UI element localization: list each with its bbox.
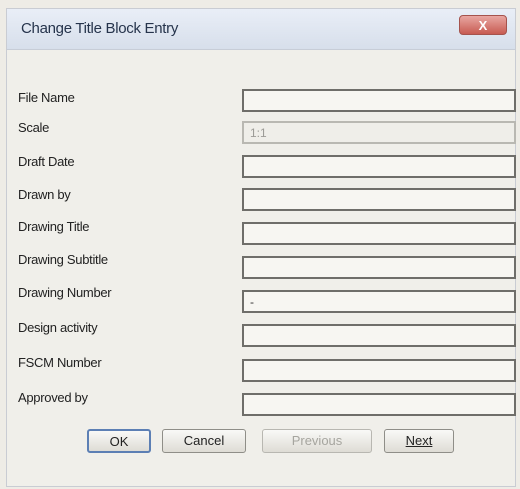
previous-button: Previous — [262, 429, 372, 453]
label-drawn-by: Drawn by — [18, 187, 71, 202]
file-name-input[interactable] — [242, 89, 516, 112]
drawn-by-input[interactable] — [242, 188, 516, 211]
fscm-number-input[interactable] — [242, 359, 516, 382]
approved-by-input[interactable] — [242, 393, 516, 416]
ok-button[interactable]: OK — [87, 429, 151, 453]
next-button[interactable]: Next — [384, 429, 454, 453]
label-draft-date: Draft Date — [18, 154, 75, 169]
label-approved-by: Approved by — [18, 390, 88, 405]
drawing-number-input[interactable] — [242, 290, 516, 313]
title-bar[interactable]: Change Title Block Entry X — [7, 9, 515, 50]
label-design-activity: Design activity — [18, 320, 98, 335]
label-drawing-number: Drawing Number — [18, 285, 112, 300]
label-drawing-subtitle: Drawing Subtitle — [18, 252, 108, 267]
scale-input — [242, 121, 516, 144]
label-drawing-title: Drawing Title — [18, 219, 90, 234]
ok-button-label: OK — [109, 434, 129, 449]
drawing-title-input[interactable] — [242, 222, 516, 245]
cancel-button[interactable]: Cancel — [162, 429, 246, 453]
draft-date-input[interactable] — [242, 155, 516, 178]
close-icon: X — [478, 18, 488, 33]
design-activity-input[interactable] — [242, 324, 516, 347]
cancel-button-label: Cancel — [183, 433, 225, 448]
label-scale: Scale — [18, 120, 50, 135]
label-file-name: File Name — [18, 90, 75, 105]
previous-button-label: Previous — [291, 433, 343, 448]
dialog-title: Change Title Block Entry — [21, 20, 179, 37]
next-button-label: Next — [405, 433, 433, 448]
drawing-subtitle-input[interactable] — [242, 256, 516, 279]
close-button[interactable]: X — [459, 15, 507, 35]
label-fscm-number: FSCM Number — [18, 355, 102, 370]
